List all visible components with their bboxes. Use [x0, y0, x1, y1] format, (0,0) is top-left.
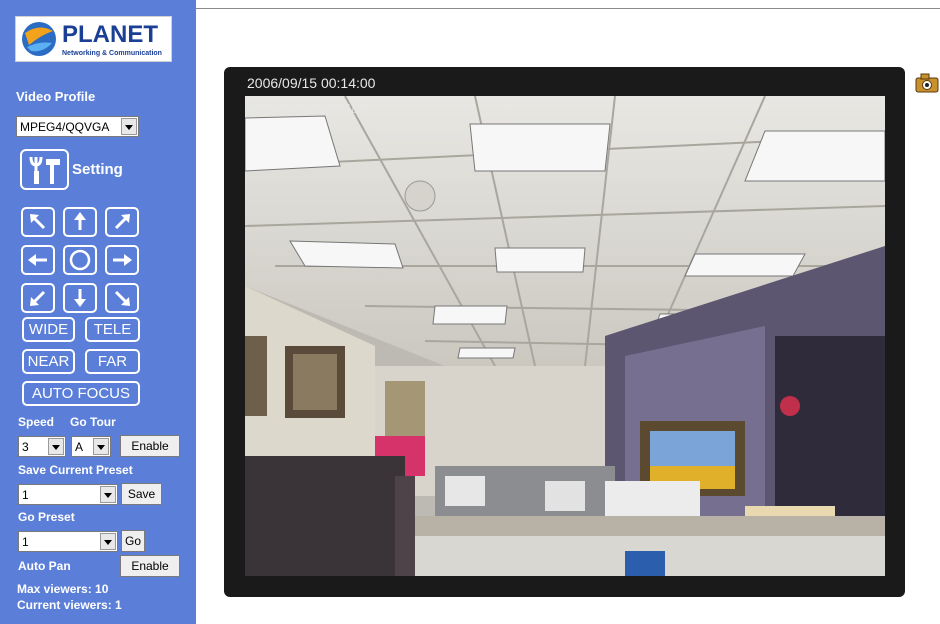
arrow-down-left-icon	[30, 290, 46, 306]
max-viewers: Max viewers: 10	[17, 582, 109, 596]
home-button[interactable]	[63, 245, 97, 275]
office-camera-image	[245, 96, 885, 576]
chevron-down-icon	[48, 438, 64, 455]
setting-label: Setting	[72, 161, 123, 178]
tilt-up-button[interactable]	[63, 207, 97, 237]
auto-focus-button[interactable]: AUTO FOCUS	[22, 381, 140, 406]
chevron-down-icon	[93, 438, 109, 455]
brand-name: PLANET	[62, 21, 158, 48]
near-button[interactable]: NEAR	[22, 349, 75, 374]
brand-tagline: Networking & Communication	[62, 50, 162, 57]
go-preset-button[interactable]: Go	[121, 530, 145, 552]
live-video-feed[interactable]	[245, 96, 885, 576]
auto-pan-label: Auto Pan	[18, 559, 71, 573]
snapshot-icon[interactable]	[914, 70, 940, 96]
arrow-right-icon	[113, 254, 132, 266]
pan-left-button[interactable]	[21, 245, 55, 275]
arrow-down-right-icon	[114, 290, 130, 306]
globe-icon	[22, 22, 56, 56]
speed-label: Speed	[18, 415, 55, 429]
chevron-down-icon	[121, 118, 137, 135]
pan-up-right-button[interactable]	[105, 207, 139, 237]
go-tour-select[interactable]: A	[71, 436, 111, 457]
arrow-up-left-icon	[30, 214, 46, 230]
planet-logo: PLANET Networking & Communication	[15, 16, 172, 62]
video-profile-select[interactable]: MPEG4/QQVGA	[16, 116, 139, 137]
save-preset-select[interactable]: 1	[18, 484, 118, 505]
control-sidebar: PLANET Networking & Communication Video …	[0, 0, 196, 624]
go-preset-label: Go Preset	[18, 510, 75, 524]
circle-icon	[69, 249, 91, 271]
arrow-left-icon	[28, 254, 47, 266]
tele-button[interactable]: TELE	[85, 317, 140, 342]
go-preset-select[interactable]: 1	[18, 531, 118, 552]
save-preset-label: Save Current Preset	[18, 463, 133, 477]
pan-down-right-button[interactable]	[105, 283, 139, 313]
speed-value: 3	[22, 440, 29, 454]
chevron-down-icon	[100, 486, 116, 503]
tools-icon	[29, 156, 60, 184]
video-profile-value: MPEG4/QQVGA	[20, 120, 110, 134]
pan-up-left-button[interactable]	[21, 207, 55, 237]
arrow-up-right-icon	[114, 214, 130, 230]
go-preset-value: 1	[22, 535, 29, 549]
go-tour-value: A	[75, 440, 84, 454]
chevron-down-icon	[100, 533, 116, 550]
far-button[interactable]: FAR	[85, 349, 140, 374]
save-preset-button[interactable]: Save	[121, 483, 162, 505]
speed-select[interactable]: 3	[18, 436, 66, 457]
top-divider	[196, 8, 940, 9]
setting-button[interactable]	[20, 149, 69, 190]
pan-down-left-button[interactable]	[21, 283, 55, 313]
arrow-down-icon	[74, 289, 86, 307]
camera-icon	[915, 73, 939, 93]
auto-pan-enable-button[interactable]: Enable	[120, 555, 180, 577]
go-tour-enable-button[interactable]: Enable	[120, 435, 180, 457]
save-preset-value: 1	[22, 488, 29, 502]
video-timestamp: 2006/09/15 00:14:00	[247, 75, 376, 91]
video-profile-label: Video Profile	[16, 89, 96, 104]
video-overlay-text: MP4V Res:640x480	[250, 101, 366, 116]
wide-button[interactable]: WIDE	[22, 317, 75, 342]
go-tour-label: Go Tour	[70, 415, 116, 429]
tilt-down-button[interactable]	[63, 283, 97, 313]
arrow-up-icon	[74, 212, 86, 230]
pan-right-button[interactable]	[105, 245, 139, 275]
current-viewers: Current viewers: 1	[17, 598, 122, 612]
